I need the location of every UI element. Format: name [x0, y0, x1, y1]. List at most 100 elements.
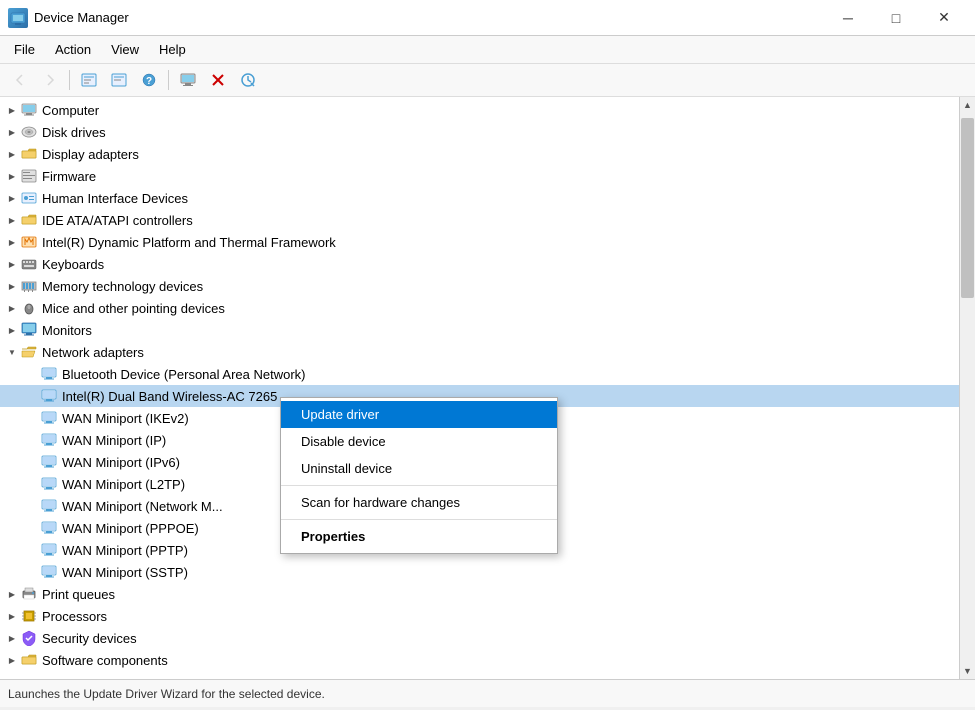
minimize-button[interactable]: ─: [825, 4, 871, 32]
tree-expand-keyboards[interactable]: ▶: [4, 256, 20, 272]
tree-label-print-queues: Print queues: [42, 587, 115, 602]
help-button[interactable]: ?: [135, 67, 163, 93]
tree-item-firmware[interactable]: ▶ Firmware: [0, 165, 959, 187]
tree-icon-firmware: [20, 168, 38, 184]
toolbar-sep-2: [168, 70, 169, 90]
context-menu-separator: [281, 519, 557, 520]
tree-expand-display-adapters[interactable]: ▶: [4, 146, 20, 162]
context-menu-separator: [281, 485, 557, 486]
tree-expand-software-components[interactable]: ▶: [4, 652, 20, 668]
tree-item-ide-controllers[interactable]: ▶IDE ATA/ATAPI controllers: [0, 209, 959, 231]
tree-icon-intel-thermal: [20, 234, 38, 250]
delete-button[interactable]: [204, 67, 232, 93]
context-menu-item-uninstall-device[interactable]: Uninstall device: [281, 455, 557, 482]
tree-label-wan-pptp: WAN Miniport (PPTP): [62, 543, 188, 558]
context-menu-item-update-driver[interactable]: Update driver: [281, 401, 557, 428]
tree-item-memory[interactable]: ▶ Memory technology devices: [0, 275, 959, 297]
tree-label-wan-ikev2: WAN Miniport (IKEv2): [62, 411, 189, 426]
menu-action[interactable]: Action: [45, 38, 101, 61]
tree-icon-network-adapters: [20, 344, 38, 360]
tree-expand-security-devices[interactable]: ▶: [4, 630, 20, 646]
tree-expand-monitors[interactable]: ▶: [4, 322, 20, 338]
tree-icon-computer: [20, 102, 38, 118]
tree-item-human-interface[interactable]: ▶Human Interface Devices: [0, 187, 959, 209]
tree-expand-processors[interactable]: ▶: [4, 608, 20, 624]
status-text: Launches the Update Driver Wizard for th…: [8, 687, 325, 701]
tree-label-wan-pppoe: WAN Miniport (PPPOE): [62, 521, 199, 536]
tree-expand-memory[interactable]: ▶: [4, 278, 20, 294]
tree-label-network-adapters: Network adapters: [42, 345, 144, 360]
context-menu-item-disable-device[interactable]: Disable device: [281, 428, 557, 455]
tree-icon-keyboards: [20, 256, 38, 272]
tree-item-mice[interactable]: ▶Mice and other pointing devices: [0, 297, 959, 319]
tree-label-memory: Memory technology devices: [42, 279, 203, 294]
show-hidden-button[interactable]: [105, 67, 133, 93]
tree-expand-human-interface[interactable]: ▶: [4, 190, 20, 206]
tree-label-firmware: Firmware: [42, 169, 96, 184]
toolbar-sep-1: [69, 70, 70, 90]
tree-expand-computer[interactable]: ▶: [4, 102, 20, 118]
tree-item-network-adapters[interactable]: ▼ Network adapters: [0, 341, 959, 363]
device-tree[interactable]: ▶Computer▶Disk drives▶Display adapters▶F…: [0, 97, 959, 679]
window-title: Device Manager: [34, 10, 825, 25]
tree-icon-display-adapters: [20, 146, 38, 162]
tree-item-bluetooth[interactable]: Bluetooth Device (Personal Area Network): [0, 363, 959, 385]
tree-icon-processors: [20, 608, 38, 624]
tree-item-software-components[interactable]: ▶Software components: [0, 649, 959, 671]
tree-icon-ide-controllers: [20, 212, 38, 228]
tree-icon-wan-ipv6: [40, 454, 58, 470]
menu-view[interactable]: View: [101, 38, 149, 61]
tree-item-intel-thermal[interactable]: ▶Intel(R) Dynamic Platform and Thermal F…: [0, 231, 959, 253]
context-menu: Update driverDisable deviceUninstall dev…: [280, 397, 558, 554]
tree-item-security-devices[interactable]: ▶Security devices: [0, 627, 959, 649]
scroll-down[interactable]: ▼: [960, 663, 975, 679]
tree-item-monitors[interactable]: ▶Monitors: [0, 319, 959, 341]
scrollbar[interactable]: ▲ ▼: [959, 97, 975, 679]
tree-item-print-queues[interactable]: ▶ Print queues: [0, 583, 959, 605]
tree-item-computer[interactable]: ▶Computer: [0, 99, 959, 121]
scroll-thumb[interactable]: [961, 118, 974, 298]
tree-label-bluetooth: Bluetooth Device (Personal Area Network): [62, 367, 306, 382]
tree-expand-intel-thermal[interactable]: ▶: [4, 234, 20, 250]
tree-icon-wan-ip: [40, 432, 58, 448]
scan-button[interactable]: [234, 67, 262, 93]
context-menu-item-scan-changes[interactable]: Scan for hardware changes: [281, 489, 557, 516]
toolbar: ?: [0, 64, 975, 97]
tree-label-wan-ip: WAN Miniport (IP): [62, 433, 166, 448]
scroll-track[interactable]: [960, 113, 975, 663]
tree-label-wan-network: WAN Miniport (Network M...: [62, 499, 223, 514]
context-menu-item-properties[interactable]: Properties: [281, 523, 557, 550]
tree-item-wan-sstp[interactable]: WAN Miniport (SSTP): [0, 561, 959, 583]
tree-expand-ide-controllers[interactable]: ▶: [4, 212, 20, 228]
menu-file[interactable]: File: [4, 38, 45, 61]
tree-icon-security-devices: [20, 630, 38, 646]
tree-icon-software-components: [20, 652, 38, 668]
tree-item-display-adapters[interactable]: ▶ Display adapters: [0, 143, 959, 165]
back-button[interactable]: [6, 67, 34, 93]
scroll-up[interactable]: ▲: [960, 97, 975, 113]
close-button[interactable]: ✕: [921, 4, 967, 32]
tree-item-disk-drives[interactable]: ▶Disk drives: [0, 121, 959, 143]
menu-help[interactable]: Help: [149, 38, 196, 61]
tree-expand-network-adapters[interactable]: ▼: [4, 344, 20, 360]
tree-icon-mice: [20, 300, 38, 316]
tree-icon-print-queues: [20, 586, 38, 602]
properties-button[interactable]: [75, 67, 103, 93]
tree-icon-wan-pppoe: [40, 520, 58, 536]
tree-item-processors[interactable]: ▶ Processors: [0, 605, 959, 627]
tree-expand-firmware[interactable]: ▶: [4, 168, 20, 184]
status-bar: Launches the Update Driver Wizard for th…: [0, 679, 975, 707]
tree-icon-wan-sstp: [40, 564, 58, 580]
tree-label-processors: Processors: [42, 609, 107, 624]
tree-expand-print-queues[interactable]: ▶: [4, 586, 20, 602]
tree-expand-mice[interactable]: ▶: [4, 300, 20, 316]
tree-label-display-adapters: Display adapters: [42, 147, 139, 162]
forward-button[interactable]: [36, 67, 64, 93]
tree-item-keyboards[interactable]: ▶Keyboards: [0, 253, 959, 275]
tree-expand-disk-drives[interactable]: ▶: [4, 124, 20, 140]
tree-icon-monitors: [20, 322, 38, 338]
maximize-button[interactable]: □: [873, 4, 919, 32]
tree-label-wan-sstp: WAN Miniport (SSTP): [62, 565, 188, 580]
svg-text:?: ?: [146, 76, 152, 87]
computer-view-button[interactable]: [174, 67, 202, 93]
